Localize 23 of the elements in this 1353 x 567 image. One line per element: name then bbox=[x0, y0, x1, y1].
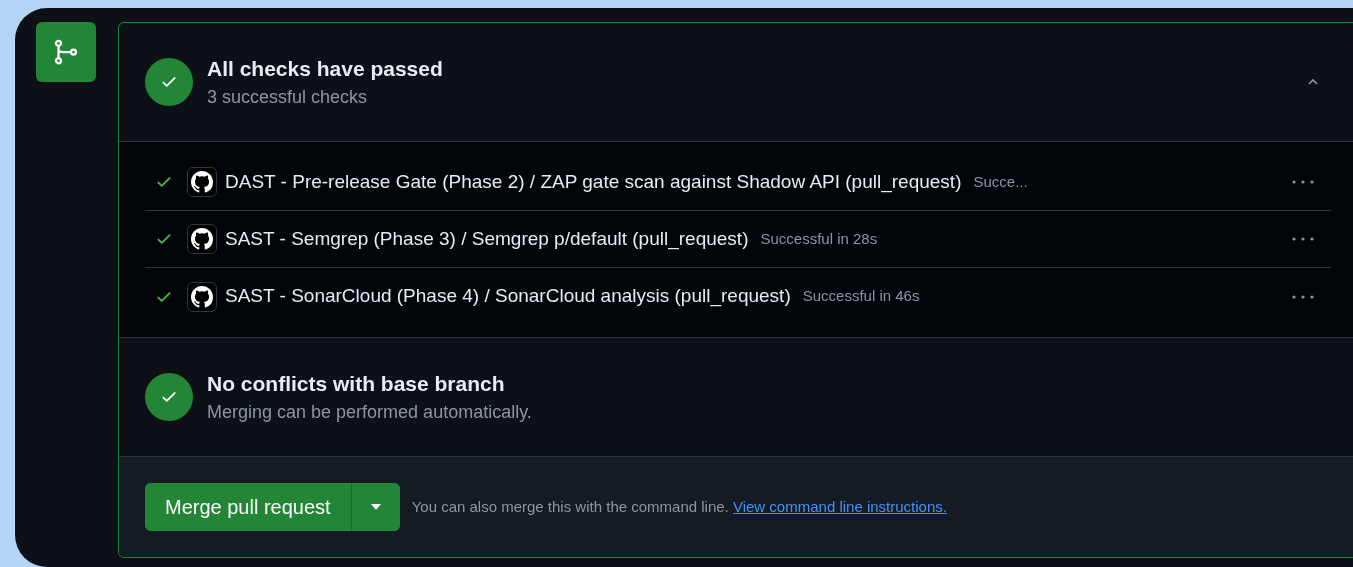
conflicts-title: No conflicts with base branch bbox=[207, 371, 506, 397]
more-button[interactable] bbox=[1291, 293, 1315, 300]
check-name[interactable]: SAST - Semgrep (Phase 3) / Semgrep p/default (pull_request) bbox=[225, 224, 749, 254]
instructions-link[interactable]: View command line instructions. bbox=[732, 497, 947, 515]
check-name[interactable]: DAST - Pre-release Gate (Phase 2) / ZAP gate scan against Shadow API (pull_request) bbox=[225, 167, 962, 197]
github-icon bbox=[187, 167, 217, 197]
github-icon bbox=[187, 224, 217, 254]
check-name[interactable]: SAST - SonarCloud (Phase 4) / SonarCloud analysis (pull_request) bbox=[225, 282, 791, 311]
merge-hint: You can also merge this with the command line. View command line instructions. bbox=[411, 496, 947, 517]
merge-button[interactable]: Merge pull request bbox=[145, 483, 352, 531]
github-icon bbox=[187, 281, 217, 312]
check-status: Successful in 46s bbox=[802, 286, 920, 307]
check-status: Succe... bbox=[973, 171, 1028, 192]
check-status: Successful in 28s bbox=[760, 228, 878, 249]
checks-title: All checks have passed bbox=[207, 56, 443, 82]
checks-count: 3 successful checks bbox=[207, 86, 369, 109]
branch-icon bbox=[36, 22, 96, 82]
more-button[interactable] bbox=[1291, 179, 1315, 185]
success-icon bbox=[145, 373, 193, 421]
success-icon bbox=[145, 58, 193, 106]
caret-icon bbox=[370, 504, 381, 510]
conflicts-subtitle: Merging can be performed automatically. bbox=[207, 401, 532, 424]
more-button[interactable] bbox=[1291, 236, 1315, 242]
